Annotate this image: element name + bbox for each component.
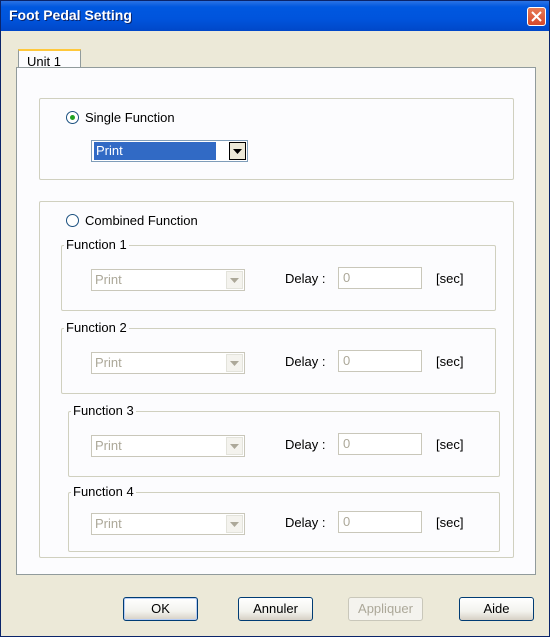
combined-function-label: Combined Function: [85, 213, 198, 228]
radio-selected-dot: [70, 115, 75, 120]
function-2-delay-value: 0: [343, 353, 351, 368]
dropdown-arrow[interactable]: [229, 142, 246, 160]
function-2-legend: Function 2: [64, 320, 129, 335]
function-3-legend: Function 3: [71, 403, 136, 418]
delay-label: Delay :: [285, 354, 326, 369]
function-4-value: Print: [95, 516, 122, 531]
function-2-delay-input[interactable]: 0: [338, 350, 422, 372]
function-4-legend: Function 4: [71, 484, 136, 499]
delay-label: Delay :: [285, 515, 326, 530]
single-function-select[interactable]: Print: [91, 140, 248, 162]
close-icon: [531, 11, 542, 22]
unit-label: [sec]: [436, 354, 464, 369]
delay-label: Delay :: [285, 437, 326, 452]
function-1-legend: Function 1: [64, 237, 129, 252]
function-3-delay-value: 0: [343, 436, 351, 451]
chevron-down-icon: [233, 149, 242, 154]
ok-button[interactable]: OK: [123, 597, 198, 621]
unit-label: [sec]: [436, 515, 464, 530]
function-2-value: Print: [95, 355, 122, 370]
dropdown-arrow[interactable]: [226, 515, 243, 533]
dropdown-arrow[interactable]: [226, 354, 243, 372]
single-function-value: Print: [94, 142, 216, 160]
function-4-delay-value: 0: [343, 514, 351, 529]
function-3-select[interactable]: Print: [91, 435, 245, 457]
combined-function-radio[interactable]: [66, 214, 79, 227]
cancel-button[interactable]: Annuler: [238, 597, 313, 621]
function-3-group: Function 3 Print Delay : 0 [sec]: [68, 403, 500, 477]
tab-panel: Single Function Print Combined Function …: [16, 67, 536, 575]
tab-strip: Unit 1: [1, 31, 549, 73]
window-title: Foot Pedal Setting: [9, 7, 132, 23]
single-function-radio[interactable]: [66, 111, 79, 124]
function-4-select[interactable]: Print: [91, 513, 245, 535]
function-4-delay-input[interactable]: 0: [338, 511, 422, 533]
combined-function-group: Combined Function Function 1 Print Delay…: [39, 201, 514, 558]
function-1-delay-input[interactable]: 0: [338, 267, 422, 289]
unit-label: [sec]: [436, 271, 464, 286]
function-3-delay-input[interactable]: 0: [338, 433, 422, 455]
delay-label: Delay :: [285, 271, 326, 286]
dialog-window: Foot Pedal Setting Unit 1 Single Functio…: [0, 0, 550, 637]
chevron-down-icon: [230, 361, 239, 366]
help-button[interactable]: Aide: [459, 597, 534, 621]
function-1-group: Function 1 Print Delay : 0 [sec]: [61, 237, 496, 311]
single-function-group: Single Function Print: [39, 98, 514, 180]
close-button[interactable]: [527, 7, 546, 26]
chevron-down-icon: [230, 522, 239, 527]
chevron-down-icon: [230, 278, 239, 283]
function-2-group: Function 2 Print Delay : 0 [sec]: [61, 320, 496, 394]
function-3-value: Print: [95, 438, 122, 453]
dropdown-arrow[interactable]: [226, 437, 243, 455]
function-1-value: Print: [95, 272, 122, 287]
dropdown-arrow[interactable]: [226, 271, 243, 289]
apply-button[interactable]: Appliquer: [348, 597, 423, 621]
function-1-select[interactable]: Print: [91, 269, 245, 291]
chevron-down-icon: [230, 444, 239, 449]
title-bar[interactable]: Foot Pedal Setting: [1, 1, 549, 31]
function-2-select[interactable]: Print: [91, 352, 245, 374]
single-function-label: Single Function: [85, 110, 175, 125]
function-4-group: Function 4 Print Delay : 0 [sec]: [68, 484, 500, 552]
unit-label: [sec]: [436, 437, 464, 452]
function-1-delay-value: 0: [343, 270, 351, 285]
